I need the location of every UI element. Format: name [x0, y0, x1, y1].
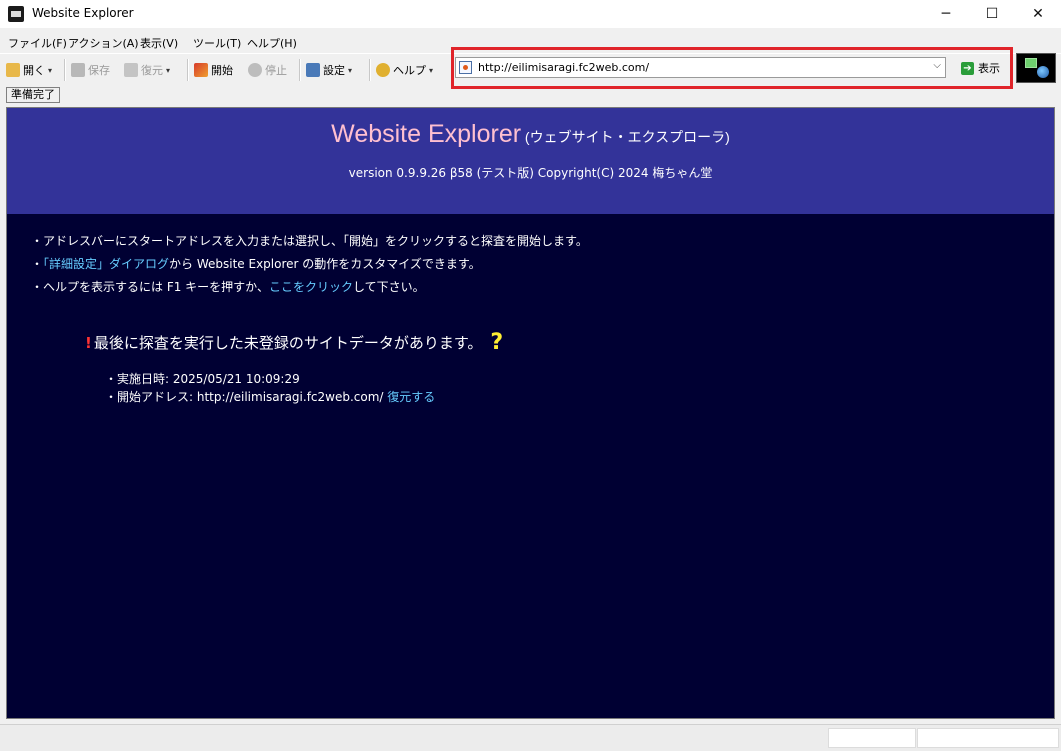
minimize-button[interactable]: ─	[923, 0, 969, 28]
status-text: 準備完了	[6, 87, 60, 103]
status-field	[828, 728, 916, 748]
start-label: 開始	[211, 64, 233, 77]
content-pane: Website Explorer (ウェブサイト・エクスプローラ) versio…	[6, 107, 1055, 719]
help-label: ヘルプ	[393, 64, 426, 77]
wrench-icon	[306, 63, 320, 77]
brand-heading: Website Explorer (ウェブサイト・エクスプローラ)	[7, 120, 1054, 149]
restore-label: 復元	[141, 64, 163, 77]
close-button[interactable]: ✕	[1015, 0, 1061, 28]
bullet-mark: ・	[31, 257, 44, 271]
notice-details: ・実施日時: 2025/05/21 10:09:29 ・開始アドレス: http…	[105, 370, 435, 406]
bullet-text: から Website Explorer の動作をカスタマイズできます。	[169, 257, 481, 271]
list-item: ・「詳細設定」ダイアログから Website Explorer の動作をカスタマ…	[31, 253, 588, 276]
brand-subtitle: (ウェブサイト・エクスプローラ)	[524, 129, 730, 145]
restore-link[interactable]: 復元する	[387, 390, 435, 404]
save-icon	[71, 63, 85, 77]
app-icon	[8, 6, 24, 22]
menu-help[interactable]: ヘルプ(H)	[247, 35, 297, 51]
help-person-icon	[376, 63, 390, 77]
title-bar: Website Explorer ─ ☐ ✕	[0, 0, 1061, 28]
list-item: ・アドレスバーにスタートアドレスを入力または選択し、「開始」をクリックすると探査…	[31, 230, 588, 253]
address-dropdown-icon[interactable]: ⌵	[933, 60, 941, 71]
unsaved-data-notice: ! 最後に探査を実行した未登録のサイトデータがあります。 ?	[85, 330, 503, 355]
version-text: version 0.9.9.26 β58 (テスト版) Copyright(C)…	[348, 166, 713, 180]
list-item: ・ヘルプを表示するには F1 キーを押すか、ここをクリックして下さい。	[31, 276, 588, 299]
info-list: ・アドレスバーにスタートアドレスを入力または選択し、「開始」をクリックすると探査…	[31, 230, 588, 299]
open-label: 開く	[23, 64, 45, 77]
banner: Website Explorer (ウェブサイト・エクスプローラ) versio…	[7, 108, 1054, 214]
help-click-link[interactable]: ここをクリック	[269, 280, 353, 294]
page-icon	[459, 61, 472, 74]
toolbar-separator	[369, 59, 371, 81]
bullet-mark: ・	[31, 234, 44, 248]
bottom-strip	[0, 724, 1061, 751]
bullet-text: アドレスバーにスタートアドレスを入力または選択し、「開始」をクリックすると探査を…	[43, 234, 588, 248]
stop-button[interactable]: 停止	[248, 62, 287, 78]
stop-label: 停止	[265, 64, 287, 77]
globe-computer-icon	[1016, 53, 1056, 83]
start-address: 開始アドレス: http://eilimisaragi.fc2web.com/	[117, 390, 384, 404]
stop-icon	[248, 63, 262, 77]
toolbar-separator	[64, 59, 66, 81]
menu-tools[interactable]: ツール(T)	[193, 35, 241, 51]
menu-action[interactable]: アクション(A)	[68, 35, 139, 51]
restore-icon	[124, 63, 138, 77]
menu-view[interactable]: 表示(V)	[140, 35, 178, 51]
brand-name: Website Explorer	[331, 120, 522, 148]
restore-dropdown-caret[interactable]: ▾	[166, 66, 170, 75]
go-label: 表示	[978, 62, 1000, 75]
help-button[interactable]: ヘルプ ▾	[376, 62, 433, 78]
list-item: ・実施日時: 2025/05/21 10:09:29	[105, 370, 435, 388]
start-button[interactable]: 開始	[194, 62, 233, 78]
notice-text: 最後に探査を実行した未登録のサイトデータがあります。	[93, 334, 483, 352]
folder-open-icon	[6, 63, 20, 77]
menu-file[interactable]: ファイル(F)	[8, 35, 67, 51]
bullet-mark: ・	[105, 390, 118, 404]
help-dropdown-caret[interactable]: ▾	[429, 66, 433, 75]
go-button[interactable]: ➔ 表示	[961, 60, 1000, 76]
question-icon[interactable]: ?	[490, 330, 503, 355]
save-label: 保存	[88, 64, 110, 77]
open-button[interactable]: 開く ▾	[6, 62, 52, 78]
settings-button[interactable]: 設定 ▾	[306, 62, 352, 78]
bullet-text: して下さい。	[352, 280, 425, 294]
open-dropdown-caret[interactable]: ▾	[48, 66, 52, 75]
settings-dialog-link[interactable]: 「詳細設定」ダイアログ	[43, 257, 169, 271]
settings-label: 設定	[323, 64, 345, 77]
executed-datetime: 実施日時: 2025/05/21 10:09:29	[117, 372, 300, 386]
bullet-mark: ・	[105, 372, 118, 386]
list-item: ・開始アドレス: http://eilimisaragi.fc2web.com/…	[105, 388, 435, 406]
rocket-icon	[194, 63, 208, 77]
maximize-button[interactable]: ☐	[969, 0, 1015, 28]
settings-dropdown-caret[interactable]: ▾	[348, 66, 352, 75]
bullet-text: ヘルプを表示するには F1 キーを押すか、	[43, 280, 269, 294]
address-input[interactable]: http://eilimisaragi.fc2web.com/	[478, 61, 649, 74]
window-title: Website Explorer	[32, 6, 134, 20]
restore-button[interactable]: 復元 ▾	[124, 62, 170, 78]
address-bar[interactable]: http://eilimisaragi.fc2web.com/ ⌵	[455, 57, 946, 78]
save-button[interactable]: 保存	[71, 62, 110, 78]
bullet-mark: ・	[31, 280, 44, 294]
exclamation-icon: !	[85, 333, 92, 352]
toolbar-separator	[187, 59, 189, 81]
arrow-right-icon: ➔	[961, 61, 974, 75]
status-field	[917, 728, 1059, 748]
toolbar-separator	[299, 59, 301, 81]
